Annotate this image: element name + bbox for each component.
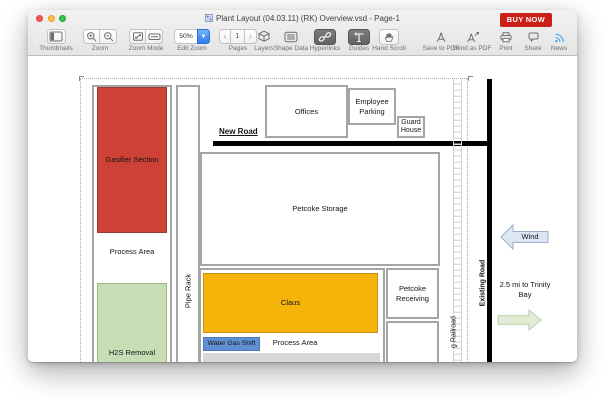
page-corner-mark-right bbox=[468, 76, 473, 81]
new-road-line[interactable] bbox=[213, 141, 490, 146]
zoom-in-icon bbox=[87, 32, 97, 42]
process-area-right-label[interactable]: Process Area bbox=[266, 338, 324, 348]
distance-arrow[interactable] bbox=[497, 309, 542, 331]
wind-arrow[interactable]: Wind bbox=[500, 223, 549, 251]
hand-scroll-button[interactable] bbox=[379, 28, 399, 45]
edit-zoom-dropdown-button[interactable]: ▼ bbox=[197, 29, 210, 44]
share-label: Share bbox=[524, 45, 542, 52]
document-canvas: Gasifier Section Process Area H2S Remova… bbox=[28, 56, 577, 362]
pipe-rack-label[interactable]: Pipe Rack bbox=[184, 274, 193, 308]
share-button[interactable] bbox=[520, 28, 546, 45]
fit-page-icon bbox=[132, 32, 143, 41]
hyperlink-icon bbox=[318, 31, 332, 42]
distance-note-label[interactable]: 2.5 mi to Trinity Bay bbox=[498, 280, 552, 300]
layers-icon bbox=[257, 30, 271, 42]
hyperlinks-label: Hyperlinks bbox=[309, 45, 341, 52]
claus-box[interactable]: Claus bbox=[203, 273, 378, 333]
page-border-right bbox=[467, 78, 468, 362]
document-icon bbox=[205, 13, 214, 24]
page-corner-mark-left bbox=[79, 76, 84, 81]
send-as-pdf-button[interactable] bbox=[448, 28, 496, 45]
zoom-fit-width-button[interactable] bbox=[146, 29, 163, 44]
toolbar-group-edit-zoom: 50% ▼ Edit Zoom bbox=[170, 28, 214, 52]
unlabeled-box[interactable] bbox=[386, 321, 439, 362]
window-title: Plant Layout (04.03.11) (RK) Overview.vs… bbox=[216, 13, 400, 23]
thumbnails-button[interactable] bbox=[46, 29, 66, 44]
send-as-pdf-label: Send as PDF bbox=[452, 45, 492, 52]
edit-zoom-value[interactable]: 50% bbox=[174, 29, 197, 44]
guard-house-box[interactable]: Guard House bbox=[397, 116, 425, 138]
zoom-out-icon bbox=[103, 32, 113, 42]
h2s-removal-box[interactable]: H2S Removal bbox=[97, 283, 167, 362]
existing-road-label[interactable]: Existing Road bbox=[480, 260, 487, 307]
buy-now-button[interactable]: BUY NOW bbox=[499, 12, 552, 27]
toolbar-group-zoom-mode: Zoom Mode bbox=[124, 28, 168, 52]
pdf-send-icon bbox=[466, 31, 479, 42]
new-road-label[interactable]: New Road bbox=[219, 127, 289, 137]
toolbar-group-zoom: Zoom bbox=[78, 28, 122, 52]
thumbnails-icon bbox=[49, 31, 63, 42]
news-label: News bbox=[550, 45, 568, 52]
titlebar: Plant Layout (04.03.11) (RK) Overview.vs… bbox=[28, 10, 577, 27]
wind-label: Wind bbox=[521, 232, 539, 241]
zoom-out-button[interactable] bbox=[100, 29, 117, 44]
window-title-row: Plant Layout (04.03.11) (RK) Overview.vs… bbox=[118, 13, 487, 24]
fit-width-icon bbox=[148, 33, 160, 40]
guides-icon bbox=[354, 32, 364, 42]
printer-icon bbox=[500, 31, 512, 42]
page-border-left bbox=[80, 78, 81, 362]
toolbar-group-thumbnails: Thumbnails bbox=[36, 28, 76, 52]
bottom-gray-strip[interactable] bbox=[203, 353, 380, 362]
zoom-label: Zoom bbox=[91, 45, 109, 52]
toolbar-group-hyperlinks: Hyperlinks bbox=[305, 28, 345, 52]
toolbar-group-hand-scroll: Hand Scroll bbox=[368, 28, 410, 52]
toolbar-group-send-as-pdf: Send as PDF bbox=[448, 28, 496, 52]
pipe-rack-box[interactable] bbox=[176, 85, 200, 362]
petcoke-receiving-box[interactable]: Petcoke Receiving bbox=[386, 268, 439, 319]
toolbar-group-news: News bbox=[547, 28, 571, 52]
app-window: Plant Layout (04.03.11) (RK) Overview.vs… bbox=[28, 10, 577, 362]
page-number-field[interactable]: 1 bbox=[231, 29, 245, 44]
zoom-fit-page-button[interactable] bbox=[129, 29, 146, 44]
gasifier-section-box[interactable]: Gasifier Section bbox=[97, 87, 167, 233]
close-button[interactable] bbox=[36, 15, 43, 22]
toolbar-group-print: Print bbox=[493, 28, 519, 52]
toolbar-group-share: Share bbox=[520, 28, 546, 52]
process-area-left-label[interactable]: Process Area bbox=[97, 247, 167, 257]
existing-railroad-label[interactable]: g Railroad bbox=[451, 316, 458, 348]
employee-parking-box[interactable]: Employee Parking bbox=[348, 88, 396, 125]
hyperlinks-button[interactable] bbox=[314, 28, 336, 45]
zoom-window-button[interactable] bbox=[59, 15, 66, 22]
zoom-mode-label: Zoom Mode bbox=[128, 45, 164, 52]
news-button[interactable] bbox=[547, 28, 571, 45]
petcoke-storage-box[interactable]: Petcoke Storage bbox=[200, 152, 440, 266]
print-button[interactable] bbox=[493, 28, 519, 45]
page-border-top bbox=[80, 78, 467, 79]
thumbnails-label: Thumbnails bbox=[39, 45, 73, 52]
minimize-button[interactable] bbox=[47, 15, 55, 22]
chevron-down-icon: ▼ bbox=[200, 33, 207, 40]
pdf-icon bbox=[436, 32, 446, 42]
window-chrome: Plant Layout (04.03.11) (RK) Overview.vs… bbox=[28, 10, 577, 56]
distance-arrow-shape bbox=[497, 309, 542, 331]
speech-bubble-icon bbox=[528, 32, 538, 42]
print-label: Print bbox=[499, 45, 513, 52]
toolbar: Thumbnails Zoom Zoom Mode 50% ▼ Edit Zoo… bbox=[28, 27, 577, 56]
hand-icon bbox=[385, 32, 394, 42]
hand-scroll-label: Hand Scroll bbox=[372, 45, 406, 52]
rss-icon bbox=[554, 33, 564, 42]
previous-page-button[interactable]: ‹ bbox=[219, 29, 231, 44]
shape-data-icon bbox=[284, 31, 298, 42]
water-gas-shift-box[interactable]: Water Gas Shift bbox=[203, 337, 260, 351]
edit-zoom-label: Edit Zoom bbox=[177, 45, 207, 52]
existing-road-line[interactable] bbox=[487, 79, 492, 362]
guides-button[interactable] bbox=[348, 28, 370, 45]
zoom-in-button[interactable] bbox=[83, 29, 100, 44]
